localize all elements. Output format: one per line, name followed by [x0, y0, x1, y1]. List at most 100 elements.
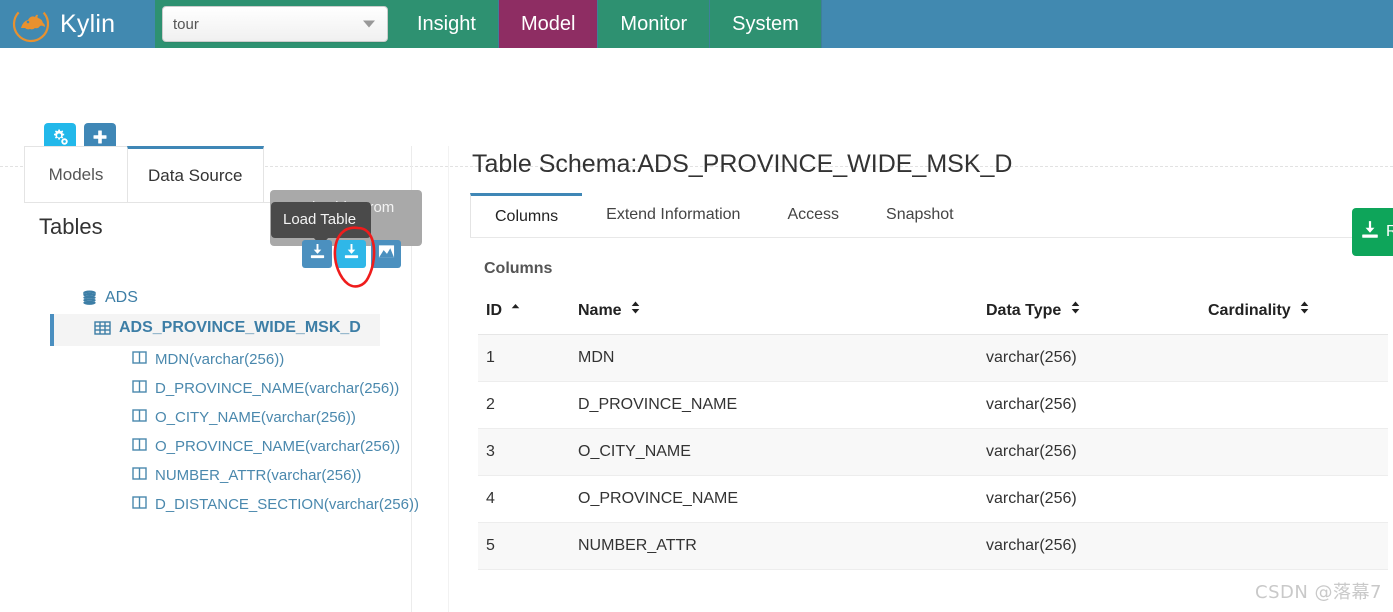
navbar-filler: [821, 0, 1393, 48]
table-row[interactable]: 4 O_PROVINCE_NAME varchar(256): [478, 475, 1388, 523]
column-header-cardinality[interactable]: Cardinality: [1200, 296, 1388, 335]
cell-data-type: varchar(256): [978, 522, 1200, 570]
tab-label: Models: [48, 164, 104, 184]
page-title: Table Schema:ADS_PROVINCE_WIDE_MSK_D: [472, 150, 1013, 178]
table-row[interactable]: 3 O_CITY_NAME varchar(256): [478, 428, 1388, 476]
tree-node-label: ADS_PROVINCE_WIDE_MSK_D: [119, 319, 361, 336]
column-icon: [132, 495, 147, 517]
cell-data-type: varchar(256): [978, 381, 1200, 429]
tree-node-database[interactable]: ADS: [50, 286, 435, 314]
tab-snapshot[interactable]: Snapshot: [862, 193, 978, 237]
tab-label: Snapshot: [886, 206, 954, 223]
cell-data-type: varchar(256): [978, 334, 1200, 382]
load-table-from-tree-download-icon: [343, 243, 360, 265]
nav-item-system[interactable]: System: [710, 0, 822, 48]
cell-id: 3: [478, 428, 570, 476]
tab-label: Data Source: [148, 165, 243, 185]
tab-label: Access: [787, 206, 840, 223]
tooltip-text: Load Table: [283, 211, 357, 228]
nav-item-monitor[interactable]: Monitor: [598, 0, 711, 48]
tree-node-label: D_DISTANCE_SECTION(varchar(256)): [155, 496, 419, 513]
tab-access[interactable]: Access: [763, 193, 864, 237]
cell-name: O_CITY_NAME: [570, 428, 978, 476]
tab-models[interactable]: Models: [24, 146, 128, 202]
column-header-data-type[interactable]: Data Type: [978, 296, 1200, 335]
tree-node-column[interactable]: O_PROVINCE_NAME(varchar(256)): [50, 433, 435, 462]
cell-cardinality: [1200, 381, 1388, 429]
cell-name: NUMBER_ATTR: [570, 522, 978, 570]
tab-label: Extend Information: [606, 206, 741, 223]
project-select-wrapper: tour: [155, 0, 395, 48]
tree-node-label: O_PROVINCE_NAME(varchar(256)): [155, 438, 401, 455]
load-table-from-tree-button[interactable]: [336, 240, 366, 268]
cell-id: 2: [478, 381, 570, 429]
nav-items: Insight Model Monitor System: [395, 0, 822, 48]
column-header-id[interactable]: ID: [478, 296, 570, 335]
tab-label: Columns: [495, 207, 559, 225]
left-panel-tabs: Models Data Source: [24, 146, 264, 202]
download-icon: [1360, 220, 1380, 245]
tooltip-load-table: Load Table: [271, 202, 371, 246]
tab-columns[interactable]: Columns: [470, 193, 584, 237]
load-table-button[interactable]: [302, 240, 332, 268]
tree-node-label: D_PROVINCE_NAME(varchar(256)): [155, 380, 400, 397]
nav-item-label: Model: [520, 12, 576, 35]
table-icon: [94, 320, 111, 341]
cell-data-type: varchar(256): [978, 428, 1200, 476]
columns-table: ID Name Data Type Cardinality 1 MDN varc…: [478, 296, 1388, 570]
sort-asc-icon: [511, 301, 520, 319]
column-icon: [132, 408, 147, 430]
column-header-name[interactable]: Name: [570, 296, 978, 335]
cell-cardinality: [1200, 428, 1388, 476]
data-source-tree: ADS ADS_PROVINCE_WIDE_MSK_D MDN(varchar(…: [50, 286, 435, 520]
brand[interactable]: Kylin: [0, 0, 155, 48]
top-navbar: Kylin tour Insight Model Monitor System: [0, 0, 1393, 48]
tree-node-column[interactable]: D_DISTANCE_SECTION(varchar(256)): [50, 491, 435, 520]
cell-data-type: varchar(256): [978, 475, 1200, 523]
tree-node-label: O_CITY_NAME(varchar(256)): [155, 409, 356, 426]
cell-id: 4: [478, 475, 570, 523]
column-icon: [132, 466, 147, 488]
cell-id: 1: [478, 334, 570, 382]
brand-name: Kylin: [60, 9, 116, 38]
cell-cardinality: [1200, 334, 1388, 382]
load-table-chart-icon: [378, 244, 395, 264]
tree-node-column[interactable]: NUMBER_ATTR(varchar(256)): [50, 462, 435, 491]
database-icon: [82, 290, 97, 311]
column-header-label: Data Type: [986, 302, 1062, 319]
project-select[interactable]: tour: [162, 6, 388, 42]
cell-name: O_PROVINCE_NAME: [570, 475, 978, 523]
column-icon: [132, 437, 147, 459]
columns-table-head: ID Name Data Type Cardinality: [478, 296, 1388, 335]
columns-table-body: 1 MDN varchar(256) 2 D_PROVINCE_NAME var…: [478, 334, 1388, 570]
tree-node-label: NUMBER_ATTR(varchar(256)): [155, 467, 362, 484]
column-icon: [132, 379, 147, 401]
table-row[interactable]: 5 NUMBER_ATTR varchar(256): [478, 522, 1388, 570]
reload-table-label: R: [1386, 223, 1393, 240]
chevron-down-icon: [363, 20, 375, 28]
tab-extend-information[interactable]: Extend Information: [582, 193, 765, 237]
tree-node-label: ADS: [105, 289, 138, 306]
tree-node-table-selected[interactable]: ADS_PROVINCE_WIDE_MSK_D: [50, 314, 380, 346]
table-row[interactable]: 1 MDN varchar(256): [478, 334, 1388, 382]
nav-item-model[interactable]: Model: [498, 0, 599, 48]
cell-cardinality: [1200, 475, 1388, 523]
nav-item-label: System: [732, 12, 799, 35]
table-row[interactable]: 2 D_PROVINCE_NAME varchar(256): [478, 381, 1388, 429]
nav-item-label: Insight: [417, 12, 476, 35]
main-panel: Table Schema:ADS_PROVINCE_WIDE_MSK_D Col…: [470, 150, 1393, 570]
table-header-row: ID Name Data Type Cardinality: [478, 296, 1388, 335]
content-gutter-border: [448, 146, 449, 612]
cell-name: MDN: [570, 334, 978, 382]
toolbar-row: [0, 48, 1393, 167]
nav-item-insight[interactable]: Insight: [395, 0, 499, 48]
tree-node-column[interactable]: MDN(varchar(256)): [50, 346, 435, 375]
tab-data-source[interactable]: Data Source: [127, 146, 264, 202]
tree-node-column[interactable]: D_PROVINCE_NAME(varchar(256)): [50, 375, 435, 404]
reload-table-button[interactable]: R: [1352, 208, 1393, 256]
column-header-label: ID: [486, 302, 502, 319]
load-table-chart-button[interactable]: [371, 240, 401, 268]
tree-node-column[interactable]: O_CITY_NAME(varchar(256)): [50, 404, 435, 433]
project-select-value: tour: [173, 15, 199, 33]
sort-both-icon: [1300, 301, 1309, 319]
